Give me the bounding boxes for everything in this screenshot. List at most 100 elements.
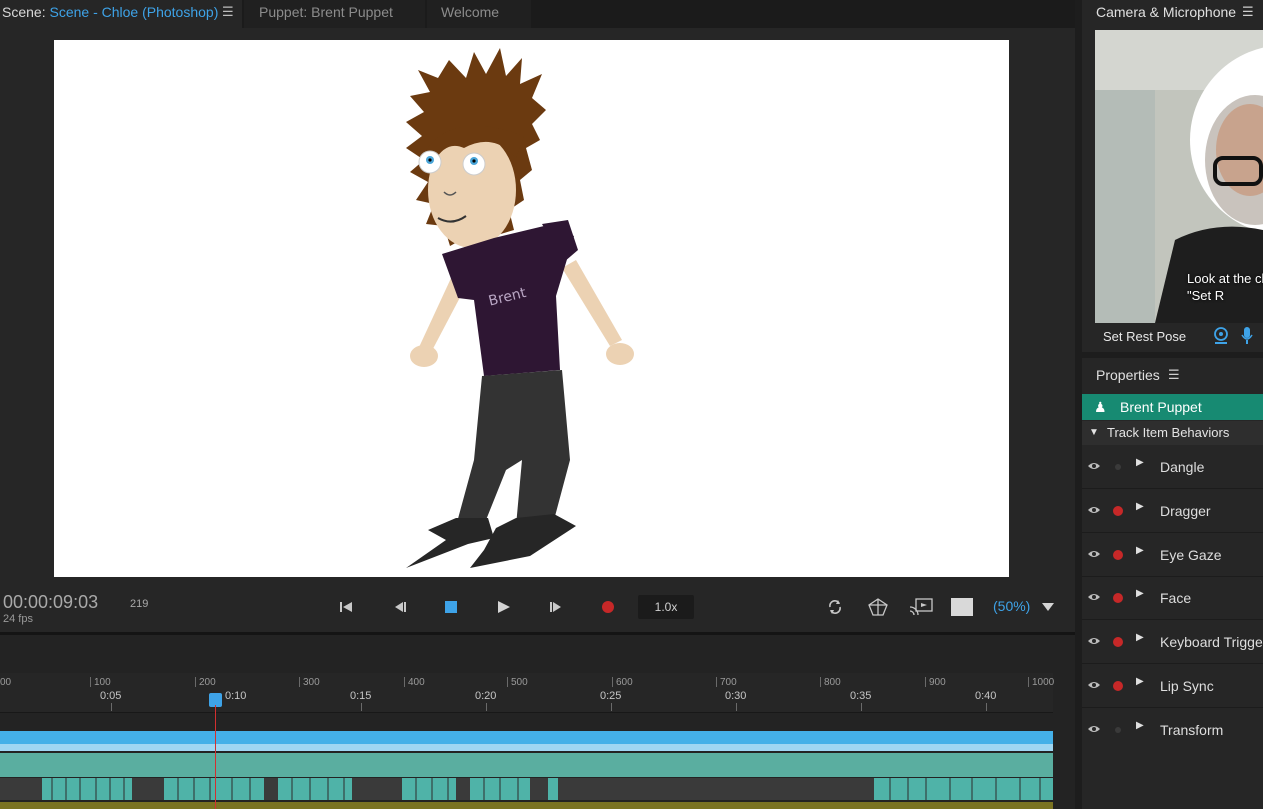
panel-menu-icon[interactable]: ☰ xyxy=(1242,4,1254,20)
ruler-tick xyxy=(1028,677,1029,687)
timecode[interactable]: 00:00:09:03 xyxy=(3,592,98,613)
frame-tick-600: 600 xyxy=(616,677,633,688)
behavior-row-lip-sync[interactable]: ▶ Lip Sync xyxy=(1082,665,1263,708)
scene-panel: Scene: Scene - Chloe (Photoshop) ☰ Puppe… xyxy=(0,0,1075,809)
behavior-track-bar[interactable] xyxy=(0,753,1053,777)
frame-tick-700: 700 xyxy=(720,677,737,688)
step-forward-button[interactable] xyxy=(547,597,565,617)
set-rest-pose-button[interactable]: Set Rest Pose xyxy=(1103,329,1186,344)
ruler-tick xyxy=(90,677,91,687)
stream-button[interactable] xyxy=(909,597,933,617)
behavior-label: Keyboard Triggers xyxy=(1160,634,1263,650)
eye-icon[interactable] xyxy=(1087,590,1101,604)
expand-arrow-icon[interactable]: ▶ xyxy=(1136,720,1144,731)
behavior-label: Eye Gaze xyxy=(1160,547,1222,563)
webcam-icon xyxy=(1214,327,1228,344)
record-arm-icon[interactable] xyxy=(1113,593,1123,603)
scene-canvas[interactable]: Brent xyxy=(54,40,1009,577)
zoom-level[interactable]: (50%) xyxy=(993,598,1030,614)
eye-icon[interactable] xyxy=(1087,722,1101,736)
fps-label: 24 fps xyxy=(3,613,33,625)
cast-icon xyxy=(909,598,933,616)
ruler-tick xyxy=(986,703,987,711)
expand-arrow-icon[interactable]: ▶ xyxy=(1136,501,1144,512)
puppet-track-bar[interactable] xyxy=(0,731,1053,751)
timeline-ruler[interactable]: 00 100 200 300 400 500 600 700 800 900 1… xyxy=(0,673,1055,713)
behavior-label: Dragger xyxy=(1160,503,1211,519)
track-item-behaviors-header[interactable]: ▼ Track Item Behaviors xyxy=(1082,421,1263,445)
camera-hint-text: Look at the click the "Set R xyxy=(1187,271,1263,303)
panel-menu-icon[interactable]: ☰ xyxy=(1168,367,1180,383)
behavior-row-transform[interactable]: ▶ Transform xyxy=(1082,709,1263,752)
frame-tick-900: 900 xyxy=(929,677,946,688)
skip-start-icon xyxy=(340,602,352,612)
go-to-start-button[interactable] xyxy=(337,597,355,617)
behavior-label: Face xyxy=(1160,590,1192,606)
expand-arrow-icon[interactable]: ▶ xyxy=(1136,457,1144,468)
frame-tick-0: 00 xyxy=(0,677,12,688)
zoom-dropdown-button[interactable] xyxy=(1041,597,1055,617)
background-color-button[interactable] xyxy=(951,597,973,617)
step-back-button[interactable] xyxy=(391,597,409,617)
loop-button[interactable] xyxy=(826,597,844,617)
time-tick-20: 0:20 xyxy=(475,690,497,702)
behavior-row-face[interactable]: ▶ Face xyxy=(1082,577,1263,620)
time-tick-30: 0:30 xyxy=(725,690,747,702)
time-tick-5: 0:05 xyxy=(100,690,122,702)
track-area[interactable] xyxy=(0,715,1053,809)
record-arm-icon[interactable] xyxy=(1113,550,1123,560)
section-label: Track Item Behaviors xyxy=(1107,425,1230,440)
eye-icon[interactable] xyxy=(1087,634,1101,648)
eye-icon[interactable] xyxy=(1087,459,1101,473)
behavior-row-keyboard-triggers[interactable]: ▶ Keyboard Triggers xyxy=(1082,621,1263,664)
loop-icon xyxy=(829,600,841,614)
record-arm-icon[interactable] xyxy=(1115,464,1121,470)
frame-tick-1000: 1000 xyxy=(1032,677,1055,688)
expand-arrow-icon[interactable]: ▶ xyxy=(1136,588,1144,599)
ruler-tick xyxy=(361,703,362,711)
stop-button[interactable] xyxy=(443,597,459,617)
behavior-row-dragger[interactable]: ▶ Dragger xyxy=(1082,490,1263,533)
stop-icon xyxy=(445,601,457,613)
mesh-toggle-button[interactable] xyxy=(867,597,889,617)
time-tick-25: 0:25 xyxy=(600,690,622,702)
ruler-tick xyxy=(486,703,487,711)
play-button[interactable] xyxy=(496,597,512,617)
record-arm-icon[interactable] xyxy=(1115,727,1121,733)
take-segments xyxy=(42,778,1053,800)
tab-scene[interactable]: Scene: Scene - Chloe (Photoshop) ☰ xyxy=(0,0,242,28)
microphone-toggle-button[interactable] xyxy=(1241,327,1253,348)
frame-tick-300: 300 xyxy=(303,677,320,688)
record-arm-icon[interactable] xyxy=(1113,506,1123,516)
recording-take-bar[interactable] xyxy=(0,778,1053,800)
playback-speed[interactable]: 1.0x xyxy=(638,595,694,619)
frame-tick-500: 500 xyxy=(511,677,528,688)
ruler-tick xyxy=(611,703,612,711)
camera-toggle-button[interactable] xyxy=(1213,327,1229,348)
time-tick-15: 0:15 xyxy=(350,690,372,702)
eye-icon[interactable] xyxy=(1087,678,1101,692)
eye-icon[interactable] xyxy=(1087,503,1101,517)
behavior-row-dangle[interactable]: ▶ Dangle xyxy=(1082,446,1263,489)
eye-icon[interactable] xyxy=(1087,547,1101,561)
panel-menu-icon[interactable]: ☰ xyxy=(222,0,234,24)
behavior-row-eye-gaze[interactable]: ▶ Eye Gaze xyxy=(1082,534,1263,577)
record-arm-icon[interactable] xyxy=(1113,637,1123,647)
tab-welcome[interactable]: Welcome xyxy=(427,0,531,28)
behavior-label: Lip Sync xyxy=(1160,678,1214,694)
expand-arrow-icon[interactable]: ▶ xyxy=(1136,632,1144,643)
expand-arrow-icon[interactable]: ▶ xyxy=(1136,676,1144,687)
frame-number[interactable]: 219 xyxy=(130,598,148,610)
record-button[interactable] xyxy=(600,597,616,617)
step-back-icon xyxy=(395,602,406,612)
microphone-icon xyxy=(1241,327,1253,344)
selected-puppet-row[interactable]: ♟ Brent Puppet xyxy=(1082,394,1263,420)
expand-arrow-icon[interactable]: ▶ xyxy=(1136,545,1144,556)
scene-tab-prefix: Scene: xyxy=(2,4,46,20)
audio-track-bar[interactable] xyxy=(0,802,1053,809)
puppet-character[interactable]: Brent xyxy=(54,40,1009,577)
expand-triangle-icon: ▼ xyxy=(1089,427,1099,438)
stage: Brent xyxy=(0,28,1075,586)
record-arm-icon[interactable] xyxy=(1113,681,1123,691)
tab-puppet[interactable]: Puppet: Brent Puppet xyxy=(244,0,425,28)
